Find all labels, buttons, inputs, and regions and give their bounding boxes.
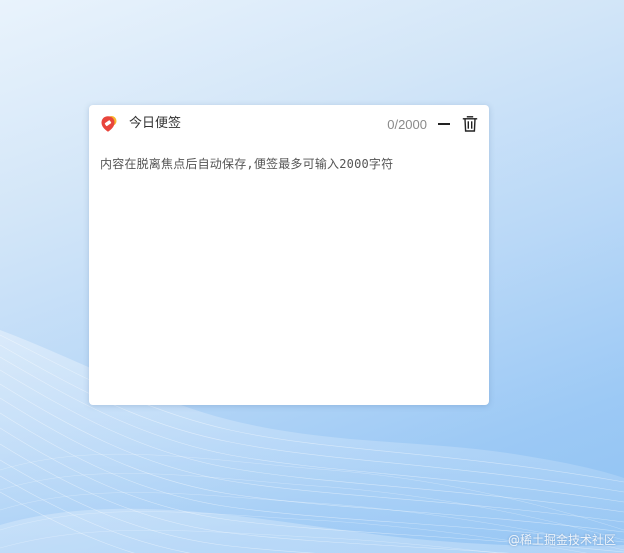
minimize-button[interactable] — [435, 115, 453, 133]
note-header: 今日便签 0/2000 — [89, 105, 489, 143]
note-content-editor[interactable]: 内容在脱离焦点后自动保存,便签最多可输入2000字符 — [100, 155, 478, 393]
watermark: @稀土掘金技术社区 — [507, 533, 616, 547]
trash-icon[interactable] — [461, 115, 479, 133]
minus-icon — [438, 123, 450, 125]
character-count: 0/2000 — [387, 117, 427, 132]
sticky-note-logo-icon — [101, 116, 117, 132]
sticky-note-window: 今日便签 0/2000 内容在脱离焦点后自动保存,便签最多可输入2000字符 — [89, 105, 489, 405]
desktop-background: 今日便签 0/2000 内容在脱离焦点后自动保存,便签最多可输入2000字符 @… — [0, 0, 624, 553]
note-title: 今日便签 — [129, 116, 182, 131]
